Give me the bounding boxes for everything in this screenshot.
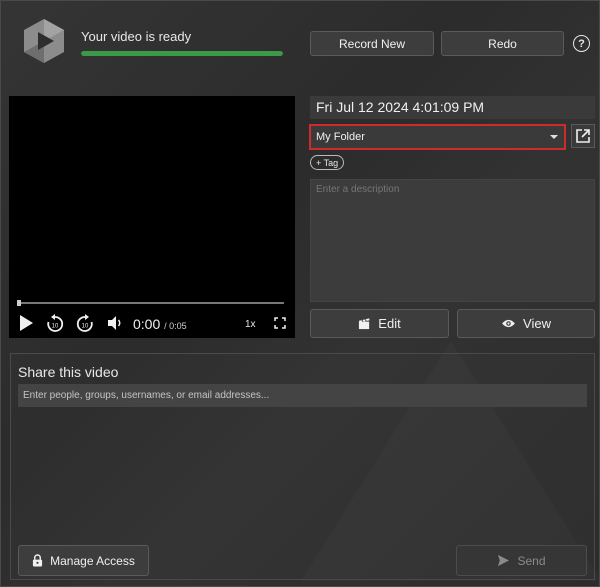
seek-handle[interactable] xyxy=(17,300,21,306)
duration: / 0:05 xyxy=(164,321,187,331)
send-label: Send xyxy=(517,553,546,568)
add-tag-button[interactable]: + Tag xyxy=(310,155,345,170)
view-label: View xyxy=(523,316,551,331)
record-new-label: Record New xyxy=(338,36,406,51)
manage-access-button[interactable]: Manage Access xyxy=(18,545,149,576)
share-recipients-input[interactable]: Enter people, groups, usernames, or emai… xyxy=(18,384,587,407)
status-text: Your video is ready xyxy=(81,29,192,44)
edit-button[interactable]: Edit xyxy=(310,309,449,338)
skip-forward-icon[interactable]: 10 xyxy=(75,314,95,334)
current-time: 0:00 xyxy=(133,316,161,332)
folder-select[interactable]: My Folder xyxy=(309,124,566,150)
volume-icon[interactable] xyxy=(106,314,124,332)
record-new-button[interactable]: Record New xyxy=(310,31,434,56)
edit-icon xyxy=(359,318,370,330)
folder-value: My Folder xyxy=(316,131,365,143)
description-field[interactable] xyxy=(310,179,595,302)
skip-back-seconds: 10 xyxy=(52,324,59,330)
edit-label: Edit xyxy=(378,316,401,331)
progress-fill xyxy=(81,51,283,56)
window: Your video is ready Record New Redo ? 10… xyxy=(0,0,600,587)
manage-access-label: Manage Access xyxy=(50,553,135,568)
play-icon[interactable] xyxy=(18,314,34,332)
redo-button[interactable]: Redo xyxy=(441,31,564,56)
playback-speed[interactable]: 1x xyxy=(245,319,256,330)
seek-bar[interactable] xyxy=(17,300,284,306)
skip-back-icon[interactable]: 10 xyxy=(45,314,65,334)
open-folder-button[interactable] xyxy=(571,124,595,148)
redo-label: Redo xyxy=(488,36,517,51)
video-player[interactable]: 10 10 0:00 / 0:05 1x xyxy=(9,96,295,338)
send-button[interactable]: Send xyxy=(456,545,587,576)
progress-bar xyxy=(81,51,283,56)
logo-icon xyxy=(24,19,64,63)
share-title: Share this video xyxy=(18,364,119,380)
share-panel: Share this video Enter people, groups, u… xyxy=(10,353,595,580)
fullscreen-icon[interactable] xyxy=(274,317,286,329)
help-icon[interactable]: ? xyxy=(573,35,590,52)
recording-date[interactable]: Fri Jul 12 2024 4:01:09 PM xyxy=(310,96,595,119)
time-display: 0:00 / 0:05 xyxy=(133,316,187,332)
eye-icon xyxy=(502,319,515,328)
open-external-icon xyxy=(576,129,590,143)
send-icon xyxy=(498,554,510,567)
dropdown-caret-icon xyxy=(550,135,558,139)
skip-forward-seconds: 10 xyxy=(82,324,89,330)
view-button[interactable]: View xyxy=(457,309,595,338)
lock-icon xyxy=(33,554,43,567)
